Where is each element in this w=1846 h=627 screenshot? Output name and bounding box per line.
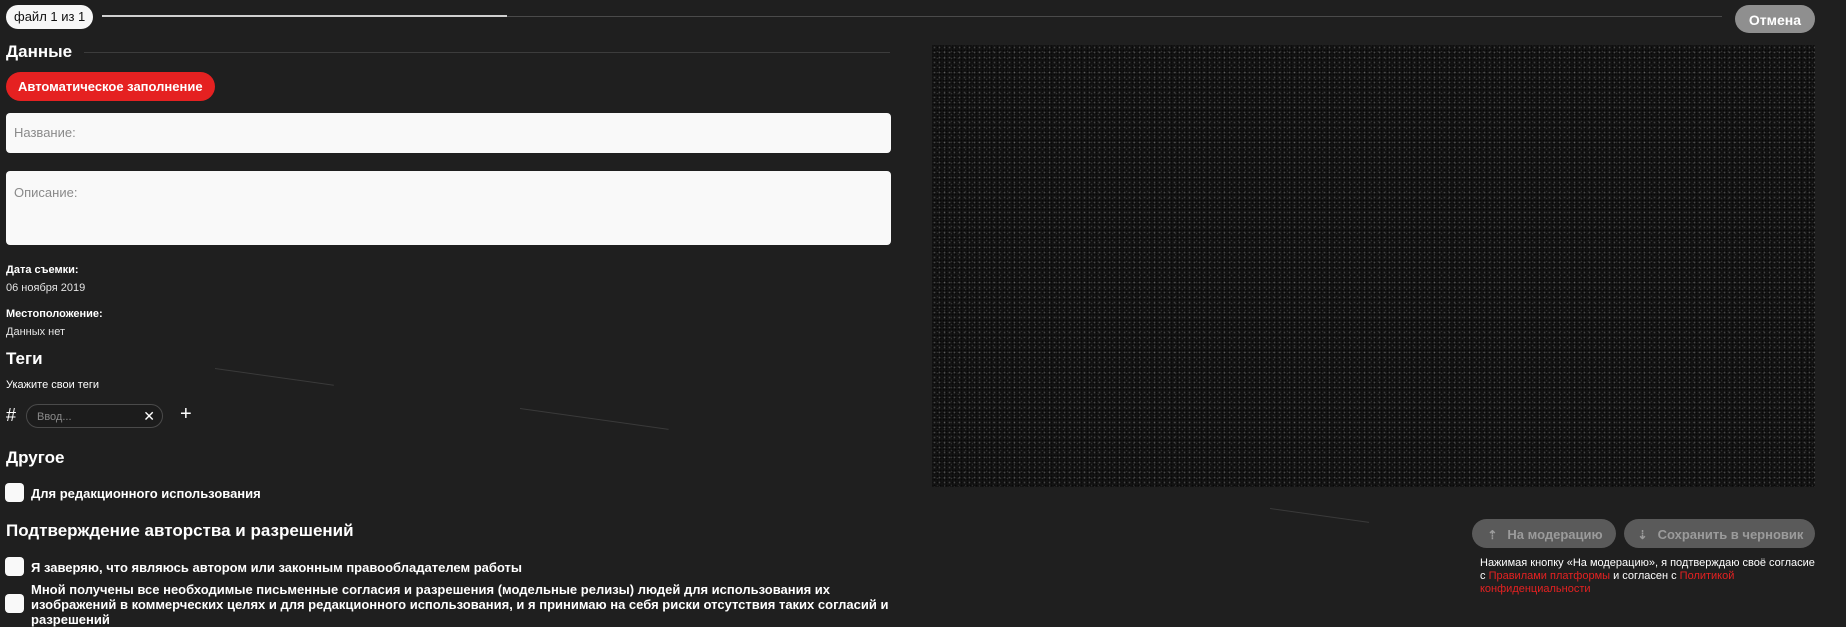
- shoot-date-label: Дата съемки:: [6, 264, 79, 276]
- decorative-streak: [1269, 508, 1370, 523]
- upload-progress-fill: [102, 15, 507, 17]
- file-counter: файл 1 из 1: [6, 5, 94, 29]
- location-label: Местоположение:: [6, 308, 103, 320]
- platform-rules-link[interactable]: Правилами платформы: [1489, 570, 1610, 582]
- author-checkbox[interactable]: [5, 557, 24, 576]
- image-preview: [932, 45, 1815, 487]
- data-section-title: Данные: [6, 42, 73, 61]
- hash-icon: #: [6, 405, 17, 425]
- tags-hint: Укажите свои теги: [6, 379, 99, 391]
- save-draft-button[interactable]: ⇣ Сохранить в черновик: [1624, 519, 1815, 548]
- shoot-date-value: 06 ноября 2019: [6, 282, 86, 294]
- name-input[interactable]: Название:: [6, 113, 891, 153]
- tags-section-title: Теги: [6, 349, 43, 368]
- description-input[interactable]: Описание:: [6, 171, 891, 245]
- editorial-checkbox[interactable]: [5, 483, 24, 502]
- moderation-button-label: На модерацию: [1507, 527, 1603, 542]
- location-value: Данных нет: [6, 326, 66, 338]
- tag-input[interactable]: [35, 408, 139, 426]
- upload-icon: ⇡: [1487, 528, 1498, 542]
- auto-fill-button[interactable]: Автоматическое заполнение: [6, 72, 215, 101]
- data-section-divider: [84, 52, 890, 53]
- rights-section-title: Подтверждение авторства и разрешений: [6, 521, 354, 540]
- consents-checkbox[interactable]: [5, 594, 24, 613]
- editorial-checkbox-label: Для редакционного использования: [31, 486, 261, 501]
- download-icon: ⇣: [1637, 528, 1648, 542]
- decorative-streak: [214, 368, 334, 386]
- tag-input-container: ✕: [26, 404, 163, 428]
- consent-text-part-2: и согласен с: [1610, 570, 1680, 582]
- consents-checkbox-label: Мной получены все необходимые письменные…: [31, 582, 889, 627]
- cancel-button[interactable]: Отмена: [1735, 5, 1815, 33]
- other-section-title: Другое: [6, 448, 65, 467]
- name-input-placeholder: Название:: [14, 125, 76, 140]
- description-input-placeholder: Описание:: [14, 185, 78, 200]
- author-checkbox-label: Я заверяю, что являюсь автором или закон…: [31, 560, 522, 575]
- save-draft-button-label: Сохранить в черновик: [1657, 527, 1804, 542]
- clear-icon[interactable]: ✕: [143, 407, 155, 425]
- add-tag-icon[interactable]: +: [180, 403, 192, 425]
- consent-text: Нажимая кнопку «На модерацию», я подтвер…: [1480, 557, 1815, 596]
- decorative-streak: [519, 408, 669, 430]
- moderation-button[interactable]: ⇡ На модерацию: [1472, 519, 1616, 548]
